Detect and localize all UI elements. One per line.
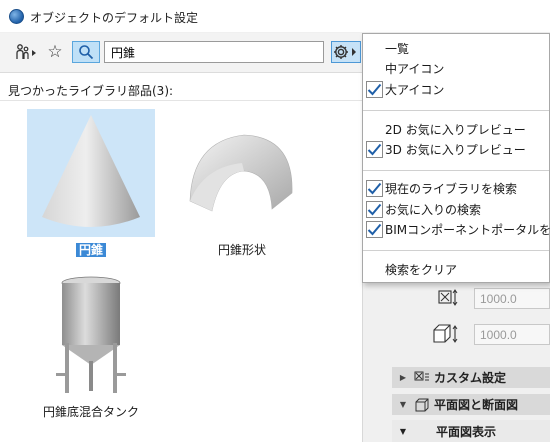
menu-item-clear-search[interactable]: 検索をクリア <box>363 260 549 280</box>
menu-item-search-current-library[interactable]: 現在のライブラリを検索 <box>363 179 549 199</box>
section-label: 平面図と断面図 <box>434 398 519 412</box>
checkmark-icon <box>366 180 383 197</box>
menu-item-search-bim-portal[interactable]: BIMコンポーネントポータルを検索 <box>363 220 550 240</box>
chevron-down-icon: ▼ <box>399 426 407 436</box>
checkmark-icon <box>366 81 383 98</box>
section-label: カスタム設定 <box>434 371 507 385</box>
section-plan-and-section[interactable]: ▼ 平面図と断面図 <box>392 394 550 415</box>
checkmark-icon <box>366 141 383 158</box>
search-input[interactable] <box>104 41 324 63</box>
library-people-icon[interactable] <box>14 41 40 63</box>
library-item-label: 円錐底混合タンク <box>42 405 139 419</box>
cone-tank-thumbnail <box>27 271 155 399</box>
gear-icon <box>334 45 356 59</box>
width-dimension-icon <box>438 287 460 309</box>
gear-button[interactable] <box>331 41 361 63</box>
menu-item-large-icons[interactable]: 大アイコン <box>363 80 549 100</box>
menu-item-medium-icons[interactable]: 中アイコン <box>363 59 549 79</box>
menu-item-2d-preview[interactable]: 2D お気に入りプレビュー <box>363 120 549 140</box>
subsection-label: 平面図表示 <box>436 424 497 439</box>
library-item-label: 円錐 <box>75 243 106 257</box>
chevron-right-icon: ▶ <box>399 373 407 382</box>
plan-section-icon <box>414 398 430 412</box>
menu-item-3d-preview[interactable]: 3D お気に入りプレビュー <box>363 140 549 160</box>
cone-thumbnail <box>27 109 155 237</box>
dimension-b-field[interactable] <box>474 324 550 345</box>
depth-dimension-icon <box>432 323 460 345</box>
dimension-a-field[interactable] <box>474 288 550 309</box>
section-custom-settings[interactable]: ▶ カスタム設定 <box>392 367 550 388</box>
chevron-down-icon: ▼ <box>399 400 407 409</box>
checkmark-icon <box>366 221 383 238</box>
checkmark-icon <box>366 201 383 218</box>
app-icon <box>9 9 24 24</box>
menu-separator <box>363 170 549 171</box>
menu-item-list[interactable]: 一覧 <box>363 39 549 59</box>
menu-item-search-favorites[interactable]: お気に入りの検索 <box>363 200 549 220</box>
cone-shape-thumbnail <box>178 109 306 237</box>
menu-separator <box>363 110 549 111</box>
library-toolbar: ☆ <box>0 33 362 73</box>
library-item-cone-shape[interactable]: 円錐形状 <box>178 109 306 258</box>
menu-separator <box>363 250 549 251</box>
view-options-menu: 一覧 中アイコン 大アイコン 2D お気に入りプレビュー 3D お気に入りプレビ… <box>362 33 550 283</box>
search-button[interactable] <box>72 41 100 63</box>
library-item-cone-tank[interactable]: 円錐底混合タンク <box>27 271 155 420</box>
custom-settings-icon <box>414 371 430 385</box>
library-item-label: 円錐形状 <box>217 243 266 257</box>
star-icon[interactable]: ☆ <box>44 41 66 63</box>
title-bar: オブジェクトのデフォルト設定 <box>0 0 550 33</box>
library-item-cone[interactable]: 円錐 <box>27 109 155 258</box>
window-title: オブジェクトのデフォルト設定 <box>30 11 199 25</box>
results-grid: 円錐 円錐形状 円錐底混合タンク <box>0 100 362 442</box>
search-icon <box>79 45 94 60</box>
results-count-label: 見つかったライブラリ部品(3): <box>8 84 174 98</box>
subsection-plan-display[interactable]: ▼ 平面図表示 <box>392 420 550 442</box>
